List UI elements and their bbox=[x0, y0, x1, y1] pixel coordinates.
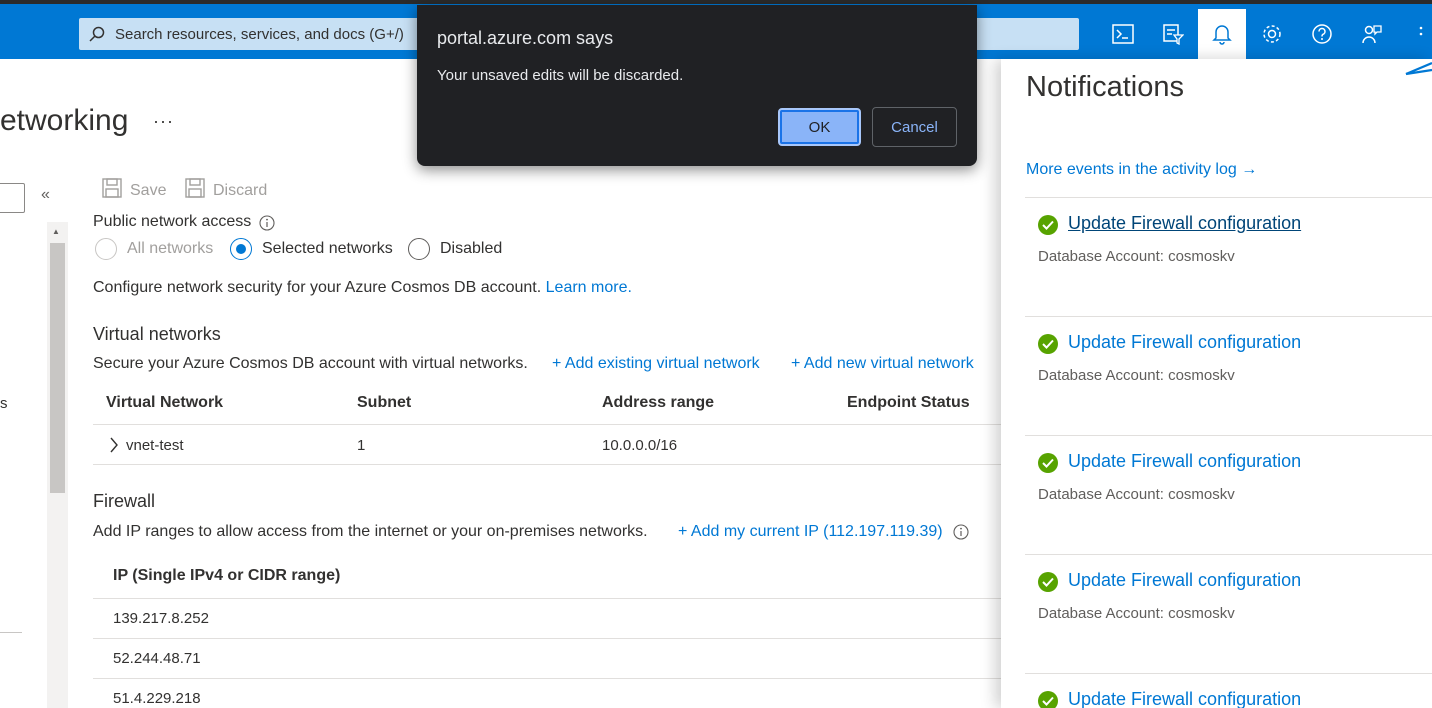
discard-icon bbox=[185, 178, 205, 203]
cloud-shell-icon[interactable] bbox=[1099, 9, 1147, 59]
ip-cell[interactable]: 139.217.8.252 bbox=[113, 610, 209, 627]
success-check-icon bbox=[1038, 334, 1058, 359]
ip-cell[interactable]: 52.244.48.71 bbox=[113, 650, 201, 667]
subnet-cell: 1 bbox=[357, 437, 366, 454]
page-title: etworking bbox=[0, 104, 129, 137]
close-icon[interactable] bbox=[1403, 59, 1432, 82]
address-range-cell: 10.0.0.0/16 bbox=[602, 437, 678, 454]
notification-item[interactable]: Update Firewall configuration Database A… bbox=[1025, 316, 1432, 435]
firewall-description: Add IP ranges to allow access from the i… bbox=[93, 523, 648, 540]
cancel-button[interactable]: Cancel bbox=[872, 107, 957, 147]
column-header-ip: IP (Single IPv4 or CIDR range) bbox=[113, 567, 341, 584]
disabled-label: Disabled bbox=[440, 240, 503, 257]
success-check-icon bbox=[1038, 453, 1058, 478]
directory-filter-icon[interactable] bbox=[1149, 9, 1197, 59]
selected-networks-label: Selected networks bbox=[262, 240, 393, 257]
save-button[interactable]: Save bbox=[102, 178, 166, 203]
menu-item-fragment[interactable]: s bbox=[0, 395, 8, 412]
more-icon[interactable] bbox=[1410, 9, 1432, 59]
firewall-heading: Firewall bbox=[93, 491, 156, 511]
ip-cell[interactable]: 51.4.229.218 bbox=[113, 690, 201, 707]
add-existing-vnet-link[interactable]: + Add existing virtual network bbox=[552, 355, 760, 373]
success-check-icon bbox=[1038, 572, 1058, 597]
learn-more-link[interactable]: Learn more. bbox=[546, 279, 632, 296]
confirm-dialog: portal.azure.com says Your unsaved edits… bbox=[417, 5, 977, 166]
notification-title[interactable]: Update Firewall configuration bbox=[1068, 570, 1301, 591]
notification-title[interactable]: Update Firewall configuration bbox=[1068, 332, 1301, 353]
column-header-subnet: Subnet bbox=[357, 394, 412, 411]
activity-log-link[interactable]: More events in the activity log → bbox=[1026, 161, 1257, 179]
save-label: Save bbox=[130, 181, 167, 199]
discard-label: Discard bbox=[213, 181, 268, 199]
add-current-ip-link[interactable]: + Add my current IP (112.197.119.39) bbox=[678, 523, 943, 541]
ip-row-divider bbox=[93, 638, 1001, 639]
virtual-networks-heading: Virtual networks bbox=[93, 324, 221, 344]
radio-disabled[interactable] bbox=[408, 238, 430, 260]
menu-filter-input[interactable] bbox=[0, 183, 25, 213]
collapse-menu-icon[interactable]: « bbox=[41, 186, 50, 204]
ip-header-divider bbox=[93, 598, 1001, 599]
scroll-up-arrow-icon[interactable]: ▲ bbox=[52, 227, 60, 236]
network-security-description: Configure network security for your Azur… bbox=[93, 279, 632, 297]
notification-item[interactable]: Update Firewall configuration Database A… bbox=[1025, 197, 1432, 316]
notification-item[interactable]: Update Firewall configuration Database A… bbox=[1025, 435, 1432, 554]
notification-subtitle: Database Account: cosmoskv bbox=[1038, 486, 1235, 503]
vnet-name-cell: vnet-test bbox=[126, 437, 184, 454]
ok-button[interactable]: OK bbox=[778, 108, 861, 146]
notification-title[interactable]: Update Firewall configuration bbox=[1068, 689, 1301, 708]
notification-item[interactable]: Update Firewall configuration Database A… bbox=[1025, 554, 1432, 673]
menu-divider bbox=[0, 632, 22, 633]
column-header-endpoint-status: Endpoint Status bbox=[847, 394, 970, 411]
column-header-address-range: Address range bbox=[602, 394, 715, 411]
notification-title[interactable]: Update Firewall configuration bbox=[1068, 451, 1301, 472]
radio-selected-networks[interactable] bbox=[230, 238, 252, 260]
notifications-icon[interactable] bbox=[1198, 9, 1246, 59]
notification-item[interactable]: Update Firewall configuration bbox=[1025, 673, 1432, 708]
virtual-networks-description: Secure your Azure Cosmos DB account with… bbox=[93, 355, 528, 372]
browser-strip bbox=[0, 0, 1432, 4]
public-access-label: Public network access bbox=[93, 213, 252, 230]
radio-all-networks[interactable] bbox=[95, 238, 117, 260]
notification-subtitle: Database Account: cosmoskv bbox=[1038, 367, 1235, 384]
notifications-panel: Notifications More events in the activit… bbox=[1001, 59, 1432, 708]
network-security-text: Configure network security for your Azur… bbox=[93, 279, 542, 296]
chevron-right-icon[interactable] bbox=[109, 437, 119, 458]
dialog-message: Your unsaved edits will be discarded. bbox=[437, 67, 684, 84]
save-icon bbox=[102, 178, 122, 203]
success-check-icon bbox=[1038, 691, 1058, 708]
notification-title[interactable]: Update Firewall configuration bbox=[1068, 213, 1301, 234]
all-networks-label: All networks bbox=[127, 240, 214, 257]
column-header-virtual-network: Virtual Network bbox=[106, 394, 224, 411]
notification-subtitle: Database Account: cosmoskv bbox=[1038, 248, 1235, 265]
success-check-icon bbox=[1038, 215, 1058, 240]
table-row-divider bbox=[93, 464, 1001, 465]
dialog-title: portal.azure.com says bbox=[437, 28, 614, 48]
add-new-vnet-link[interactable]: + Add new virtual network bbox=[791, 355, 974, 373]
search-input[interactable] bbox=[115, 25, 415, 43]
more-actions-button[interactable]: ··· bbox=[153, 111, 174, 132]
feedback-icon[interactable] bbox=[1348, 9, 1396, 59]
ip-row-divider bbox=[93, 678, 1001, 679]
menu-scrollbar-thumb[interactable] bbox=[50, 243, 65, 493]
ip-info-icon[interactable] bbox=[953, 524, 969, 545]
notifications-title: Notifications bbox=[1026, 71, 1184, 103]
notification-subtitle: Database Account: cosmoskv bbox=[1038, 605, 1235, 622]
help-icon[interactable] bbox=[1298, 9, 1346, 59]
table-row[interactable]: vnet-test 1 10.0.0.0/16 bbox=[93, 425, 1001, 464]
search-icon bbox=[79, 25, 115, 43]
info-icon[interactable] bbox=[259, 215, 275, 236]
settings-icon[interactable] bbox=[1248, 9, 1296, 59]
discard-button[interactable]: Discard bbox=[185, 178, 267, 203]
